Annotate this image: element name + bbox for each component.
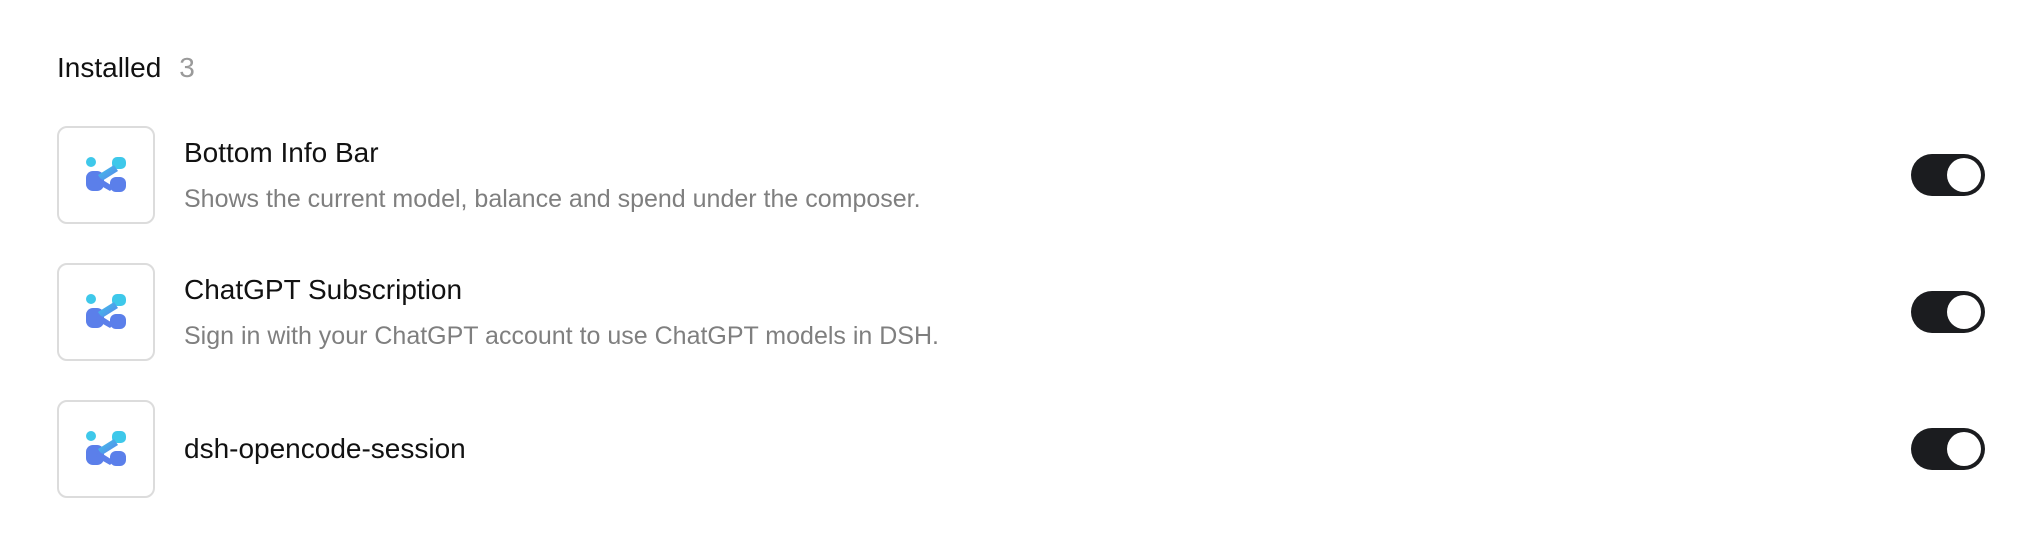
installed-section-header: Installed 3: [57, 52, 195, 84]
plugin-name: Bottom Info Bar: [184, 136, 379, 168]
plugin-text: ChatGPT Subscription Sign in with your C…: [184, 272, 939, 352]
plugin-icon-box: [57, 262, 155, 361]
toggle-knob: [1947, 157, 1981, 192]
plugin-row-chatgpt-subscription: ChatGPT Subscription Sign in with your C…: [57, 261, 1985, 362]
dsh-logo-icon: [86, 156, 126, 192]
dsh-logo-icon: [86, 430, 126, 466]
plugin-toggle-chatgpt-subscription[interactable]: [1911, 290, 1985, 333]
toggle-knob: [1947, 294, 1981, 329]
plugin-row-dsh-opencode-session: dsh-opencode-session: [57, 398, 1985, 499]
plugin-name: ChatGPT Subscription: [184, 273, 463, 305]
plugin-icon-box: [57, 125, 155, 224]
section-count: 3: [179, 52, 195, 83]
dsh-logo-icon: [86, 293, 126, 329]
plugin-name: dsh-opencode-session: [184, 432, 466, 464]
plugin-description: Shows the current model, balance and spe…: [184, 184, 921, 213]
section-title: Installed: [57, 52, 162, 83]
plugin-text: dsh-opencode-session: [184, 431, 466, 467]
plugin-toggle-bottom-info-bar[interactable]: [1911, 153, 1985, 196]
plugin-text: Bottom Info Bar Shows the current model,…: [184, 135, 921, 215]
toggle-knob: [1947, 431, 1981, 466]
plugin-icon-box: [57, 399, 155, 498]
plugin-description: Sign in with your ChatGPT account to use…: [184, 321, 939, 350]
plugin-list: Bottom Info Bar Shows the current model,…: [57, 124, 1985, 535]
plugin-toggle-dsh-opencode-session[interactable]: [1911, 427, 1985, 470]
plugins-page: Installed 3 Bottom Info Bar Shows the cu…: [0, 0, 2032, 552]
plugin-row-bottom-info-bar: Bottom Info Bar Shows the current model,…: [57, 124, 1985, 225]
